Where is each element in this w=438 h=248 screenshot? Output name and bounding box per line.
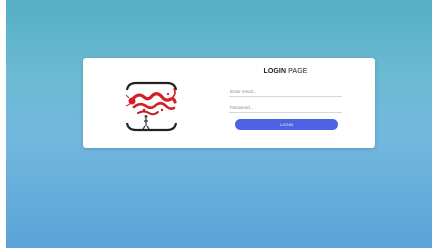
login-button[interactable]: LOGIN bbox=[235, 119, 338, 130]
login-card: LOGIN PAGE LOGIN bbox=[83, 58, 375, 148]
page-title-bold: LOGIN bbox=[263, 68, 287, 75]
page-title: LOGIN PAGE bbox=[229, 68, 342, 75]
email-field[interactable] bbox=[229, 87, 342, 97]
page-title-rest: PAGE bbox=[286, 68, 308, 75]
password-field[interactable] bbox=[229, 103, 342, 113]
login-form: LOGIN PAGE LOGIN bbox=[229, 68, 342, 130]
dragon-logo-icon bbox=[124, 80, 179, 133]
